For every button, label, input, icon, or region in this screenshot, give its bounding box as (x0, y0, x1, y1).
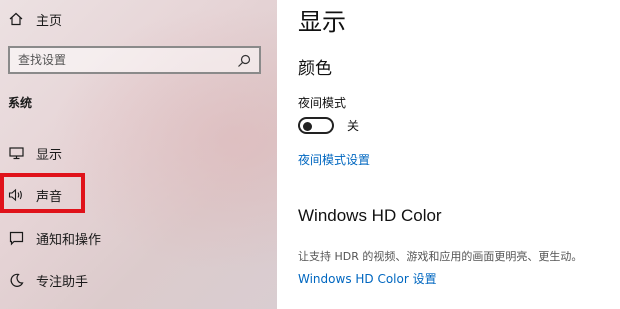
section-label-system: 系统 (8, 96, 33, 110)
moon-icon (8, 272, 24, 288)
night-mode-toggle-row: 关 (298, 117, 359, 134)
night-mode-toggle[interactable] (298, 117, 334, 134)
main-content: 显示 颜色 夜间模式 关 夜间模式设置 Windows HD Color 让支持… (277, 0, 620, 309)
notification-icon (8, 230, 24, 246)
home-icon (8, 11, 24, 27)
sidebar-item-display[interactable]: 显示 (8, 142, 62, 164)
toggle-knob (303, 121, 312, 131)
sidebar-item-notifications[interactable]: 通知和操作 (8, 227, 101, 249)
sidebar-item-label: 显示 (36, 147, 63, 163)
sidebar-item-focus-assist[interactable]: 专注助手 (8, 269, 88, 291)
sidebar-item-home[interactable]: 主页 (8, 8, 62, 30)
sidebar-item-label: 主页 (36, 13, 63, 29)
hd-color-description: 让支持 HDR 的视频、游戏和应用的画面更明亮、更生动。 (298, 250, 583, 263)
search-box[interactable] (8, 46, 261, 74)
monitor-icon (8, 145, 24, 161)
night-mode-state: 关 (347, 119, 360, 133)
night-mode-settings-link[interactable]: 夜间模式设置 (298, 151, 370, 168)
hd-color-heading: Windows HD Color (298, 206, 442, 225)
color-heading: 颜色 (298, 59, 332, 79)
sidebar-item-label: 专注助手 (36, 274, 89, 290)
sidebar: 主页 系统 显示 声音 通知和操作 专注助手 (0, 0, 277, 309)
sidebar-item-label: 通知和操作 (36, 232, 102, 248)
search-input[interactable] (10, 53, 228, 67)
night-mode-label: 夜间模式 (298, 96, 347, 110)
page-title: 显示 (298, 8, 346, 36)
search-icon[interactable] (237, 53, 251, 67)
highlight-box (0, 173, 85, 213)
hd-color-settings-link[interactable]: Windows HD Color 设置 (298, 270, 437, 287)
